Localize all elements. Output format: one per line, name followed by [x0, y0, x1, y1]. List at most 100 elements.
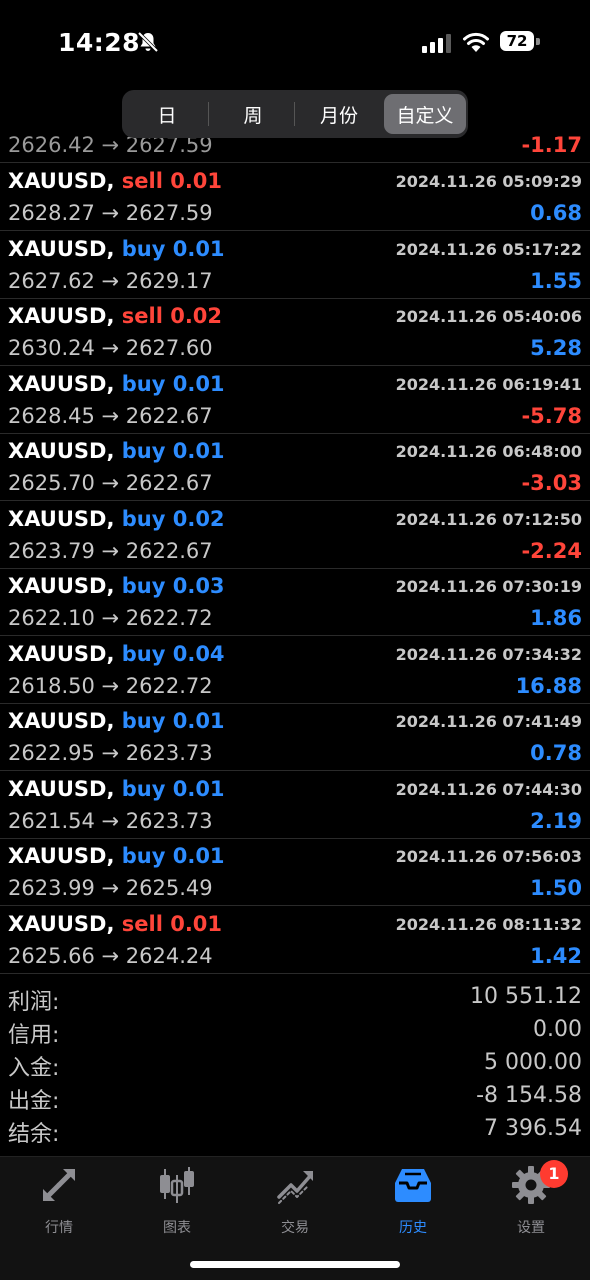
trade-side: sell 0.02 — [121, 304, 223, 328]
trade-profit: 1.55 — [530, 268, 582, 293]
trade-symbol: XAUUSD, buy 0.01 — [8, 709, 225, 733]
trade-datetime: 2024.11.26 06:48:00 — [395, 442, 582, 461]
trade-datetime: 2024.11.26 07:56:03 — [395, 847, 582, 866]
trade-symbol: XAUUSD, sell 0.02 — [8, 304, 223, 328]
trade-row[interactable]: XAUUSD, buy 0.01 2024.11.26 05:17:22 2627.… — [0, 231, 590, 299]
trade-prices: 2622.10 → 2622.72 — [8, 606, 213, 630]
battery-level: 72 — [500, 31, 534, 51]
trade-symbol: XAUUSD, buy 0.01 — [8, 776, 225, 801]
trade-profit-partial: -1.17 — [521, 133, 582, 157]
trade-datetime: 2024.11.26 05:17:22 — [395, 239, 582, 259]
trade-row[interactable]: XAUUSD, buy 0.01 2024.11.26 07:56:03 2623.… — [0, 838, 590, 906]
trade-symbol: XAUUSD, buy 0.01 — [8, 439, 225, 463]
tab-settings[interactable]: 设置 — [472, 1165, 590, 1245]
trade-side: buy 0.01 — [121, 439, 225, 463]
trade-row[interactable]: XAUUSD, sell 0.01 2024.11.26 05:09:29 2628… — [0, 163, 590, 231]
period-week-button[interactable]: 周 — [212, 94, 294, 134]
trade-profit: 16.88 — [515, 673, 582, 698]
bell-muted-icon — [137, 31, 159, 53]
trade-profit: -5.78 — [521, 403, 582, 428]
summary-credit: 信用: 0.00 — [8, 1017, 582, 1048]
trade-row[interactable]: XAUUSD, buy 0.01 2024.11.26 06:19:41 2628.… — [0, 366, 590, 434]
trade-symbol: XAUUSD, buy 0.01 — [8, 371, 225, 396]
summary-withdrawal: 出金: -8 154.58 — [8, 1083, 582, 1114]
trade-datetime: 2024.11.26 07:30:19 — [395, 577, 582, 596]
period-custom-button[interactable]: 自定义 — [384, 94, 466, 134]
trade-symbol: XAUUSD, sell 0.01 — [8, 911, 223, 936]
trade-side: buy 0.02 — [121, 506, 225, 531]
trade-row[interactable]: XAUUSD, buy 0.01 2024.11.26 07:41:49 2622.… — [0, 703, 590, 771]
trade-datetime: 2024.11.26 07:41:49 — [395, 712, 582, 731]
trade-datetime: 2024.11.26 07:34:32 — [395, 644, 582, 664]
trade-side: buy 0.04 — [121, 641, 225, 666]
home-indicator[interactable] — [190, 1261, 400, 1268]
summary-profit: 利润: 10 551.12 — [8, 984, 582, 1015]
trade-prices: 2623.79 → 2622.67 — [8, 538, 213, 563]
trade-side: sell 0.01 — [121, 911, 223, 936]
cellular-signal-icon — [422, 34, 451, 53]
trade-datetime: 2024.11.26 05:09:29 — [395, 172, 582, 191]
battery-icon: 72 — [500, 31, 542, 53]
trade-datetime: 2024.11.26 05:40:06 — [395, 307, 582, 326]
trade-row[interactable]: XAUUSD, sell 0.02 2024.11.26 05:40:06 2630… — [0, 298, 590, 366]
trade-prices: 2621.54 → 2623.73 — [8, 808, 213, 833]
trade-row[interactable]: XAUUSD, sell 0.01 2024.11.26 08:11:32 2625… — [0, 906, 590, 974]
trade-row[interactable]: XAUUSD, buy 0.03 2024.11.26 07:30:19 2622.… — [0, 568, 590, 636]
trade-profit: 2.19 — [530, 808, 582, 833]
trade-prices: 2628.27 → 2627.59 — [8, 201, 213, 225]
trade-side: buy 0.03 — [121, 574, 225, 598]
wifi-icon — [463, 32, 489, 52]
summary-balance: 结余: 7 396.54 — [8, 1116, 582, 1147]
trade-prices: 2628.45 → 2622.67 — [8, 403, 213, 428]
trade-datetime: 2024.11.26 07:12:50 — [395, 509, 582, 529]
trade-symbol: XAUUSD, buy 0.02 — [8, 506, 225, 531]
trade-prices: 2630.24 → 2627.60 — [8, 336, 213, 360]
tab-quotes[interactable]: 行情 — [0, 1165, 118, 1245]
trade-profit: -2.24 — [521, 538, 582, 563]
trade-datetime: 2024.11.26 08:11:32 — [395, 914, 582, 934]
trade-side: buy 0.01 — [121, 236, 225, 261]
trade-datetime: 2024.11.26 07:44:30 — [395, 779, 582, 799]
period-segmented-control: 日 周 月份 自定义 — [122, 90, 468, 138]
trade-prices: 2618.50 → 2622.72 — [8, 673, 213, 698]
trade-side: buy 0.01 — [121, 844, 225, 868]
trade-prices: 2625.70 → 2622.67 — [8, 471, 213, 495]
trade-prices: 2623.99 → 2625.49 — [8, 876, 213, 900]
trade-symbol: XAUUSD, buy 0.03 — [8, 574, 225, 598]
trade-profit: 1.42 — [530, 943, 582, 968]
trade-side: buy 0.01 — [121, 371, 225, 396]
trade-row[interactable]: XAUUSD, buy 0.01 2024.11.26 06:48:00 2625.… — [0, 433, 590, 501]
trade-row[interactable]: XAUUSD, buy 0.01 2024.11.26 07:44:30 2621.… — [0, 771, 590, 839]
trade-side: buy 0.01 — [121, 776, 225, 801]
trade-datetime: 2024.11.26 06:19:41 — [395, 374, 582, 394]
history-screen: 14:28 72 2626.42 → 2627.59 -1.17 XAUUSD,… — [0, 0, 590, 1280]
trade-symbol: XAUUSD, buy 0.01 — [8, 844, 225, 868]
tab-trade[interactable]: 交易 — [236, 1165, 354, 1245]
trade-symbol: XAUUSD, buy 0.01 — [8, 236, 225, 261]
period-day-button[interactable]: 日 — [126, 94, 208, 134]
trade-profit: 5.28 — [530, 336, 582, 360]
trade-symbol: XAUUSD, buy 0.04 — [8, 641, 225, 666]
trade-side: buy 0.01 — [121, 709, 225, 733]
trade-prices: 2622.95 → 2623.73 — [8, 741, 213, 765]
trade-profit: 1.86 — [530, 606, 582, 630]
settings-notification-badge: 1 — [540, 1160, 568, 1188]
period-month-button[interactable]: 月份 — [298, 94, 380, 134]
summary-deposit: 入金: 5 000.00 — [8, 1050, 582, 1081]
tab-history[interactable]: 历史 — [354, 1165, 472, 1245]
candlestick-chart-icon — [160, 1167, 194, 1203]
tab-chart[interactable]: 图表 — [118, 1165, 236, 1245]
trade-symbol: XAUUSD, sell 0.01 — [8, 169, 223, 193]
trade-profit: 1.50 — [530, 876, 582, 900]
status-bar: 14:28 72 — [0, 0, 590, 88]
history-inbox-icon — [395, 1169, 431, 1202]
trade-profit: -3.03 — [521, 471, 582, 495]
trade-prices: 2627.62 → 2629.17 — [8, 268, 213, 293]
trade-prices: 2625.66 → 2624.24 — [8, 943, 213, 968]
trade-row[interactable]: XAUUSD, buy 0.04 2024.11.26 07:34:32 2618.… — [0, 636, 590, 704]
quotes-arrows-icon — [43, 1169, 75, 1201]
status-time: 14:28 — [58, 28, 141, 57]
trade-row[interactable]: XAUUSD, buy 0.02 2024.11.26 07:12:50 2623.… — [0, 501, 590, 569]
trade-trend-icon — [277, 1171, 313, 1204]
trade-side: sell 0.01 — [121, 169, 223, 193]
